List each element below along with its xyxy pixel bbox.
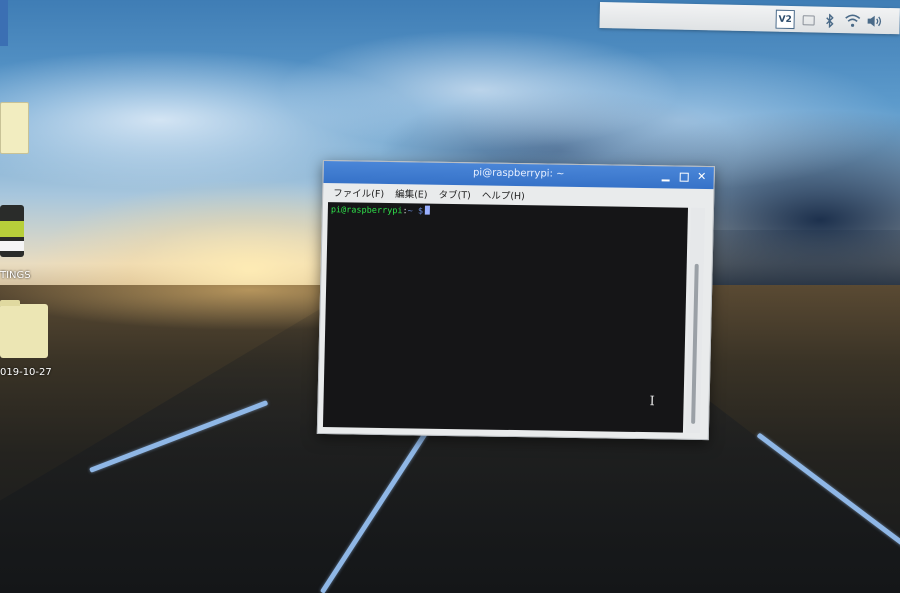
- window-controls: ✕: [660, 169, 708, 184]
- menu-button-edge[interactable]: [0, 0, 8, 46]
- menu-file[interactable]: ファイル(F): [331, 185, 386, 200]
- shell-prompt: pi@raspberrypi:~ $: [330, 204, 431, 217]
- menu-tabs[interactable]: タブ(T): [436, 187, 473, 202]
- vnc-icon[interactable]: V2: [775, 9, 795, 30]
- minimize-icon[interactable]: [660, 169, 672, 183]
- desktop-label-settings: TINGS: [0, 270, 31, 281]
- desktop-file-icon[interactable]: [0, 102, 29, 154]
- scrollbar-thumb[interactable]: [691, 263, 699, 424]
- vnc-label: V2: [778, 14, 792, 25]
- terminal-window[interactable]: pi@raspberrypi: ~ ✕ ファイル(F) 編集(E) タブ(T) …: [316, 160, 715, 441]
- menu-help[interactable]: ヘルプ(H): [480, 187, 527, 202]
- volume-icon[interactable]: [865, 13, 882, 30]
- menu-edit[interactable]: 編集(E): [393, 186, 430, 201]
- folder-icon[interactable]: [0, 300, 48, 358]
- prompt-path: ~ $: [407, 206, 424, 217]
- sd-card-icon[interactable]: [0, 205, 24, 257]
- ibeam-cursor-icon: I: [649, 394, 655, 410]
- eject-icon[interactable]: [799, 11, 816, 28]
- system-tray: V2: [775, 9, 882, 31]
- desktop-label-date: 019-10-27: [0, 367, 52, 378]
- terminal-scrollbar[interactable]: [685, 207, 706, 433]
- prompt-user: pi@raspberrypi: [330, 205, 403, 217]
- terminal-output[interactable]: pi@raspberrypi:~ $ I: [322, 202, 689, 433]
- window-title: pi@raspberrypi: ~: [472, 167, 565, 180]
- close-icon[interactable]: ✕: [696, 170, 708, 184]
- maximize-icon[interactable]: [678, 170, 690, 184]
- bluetooth-icon[interactable]: [821, 12, 838, 29]
- text-cursor: [424, 205, 431, 215]
- wifi-icon[interactable]: [843, 12, 860, 29]
